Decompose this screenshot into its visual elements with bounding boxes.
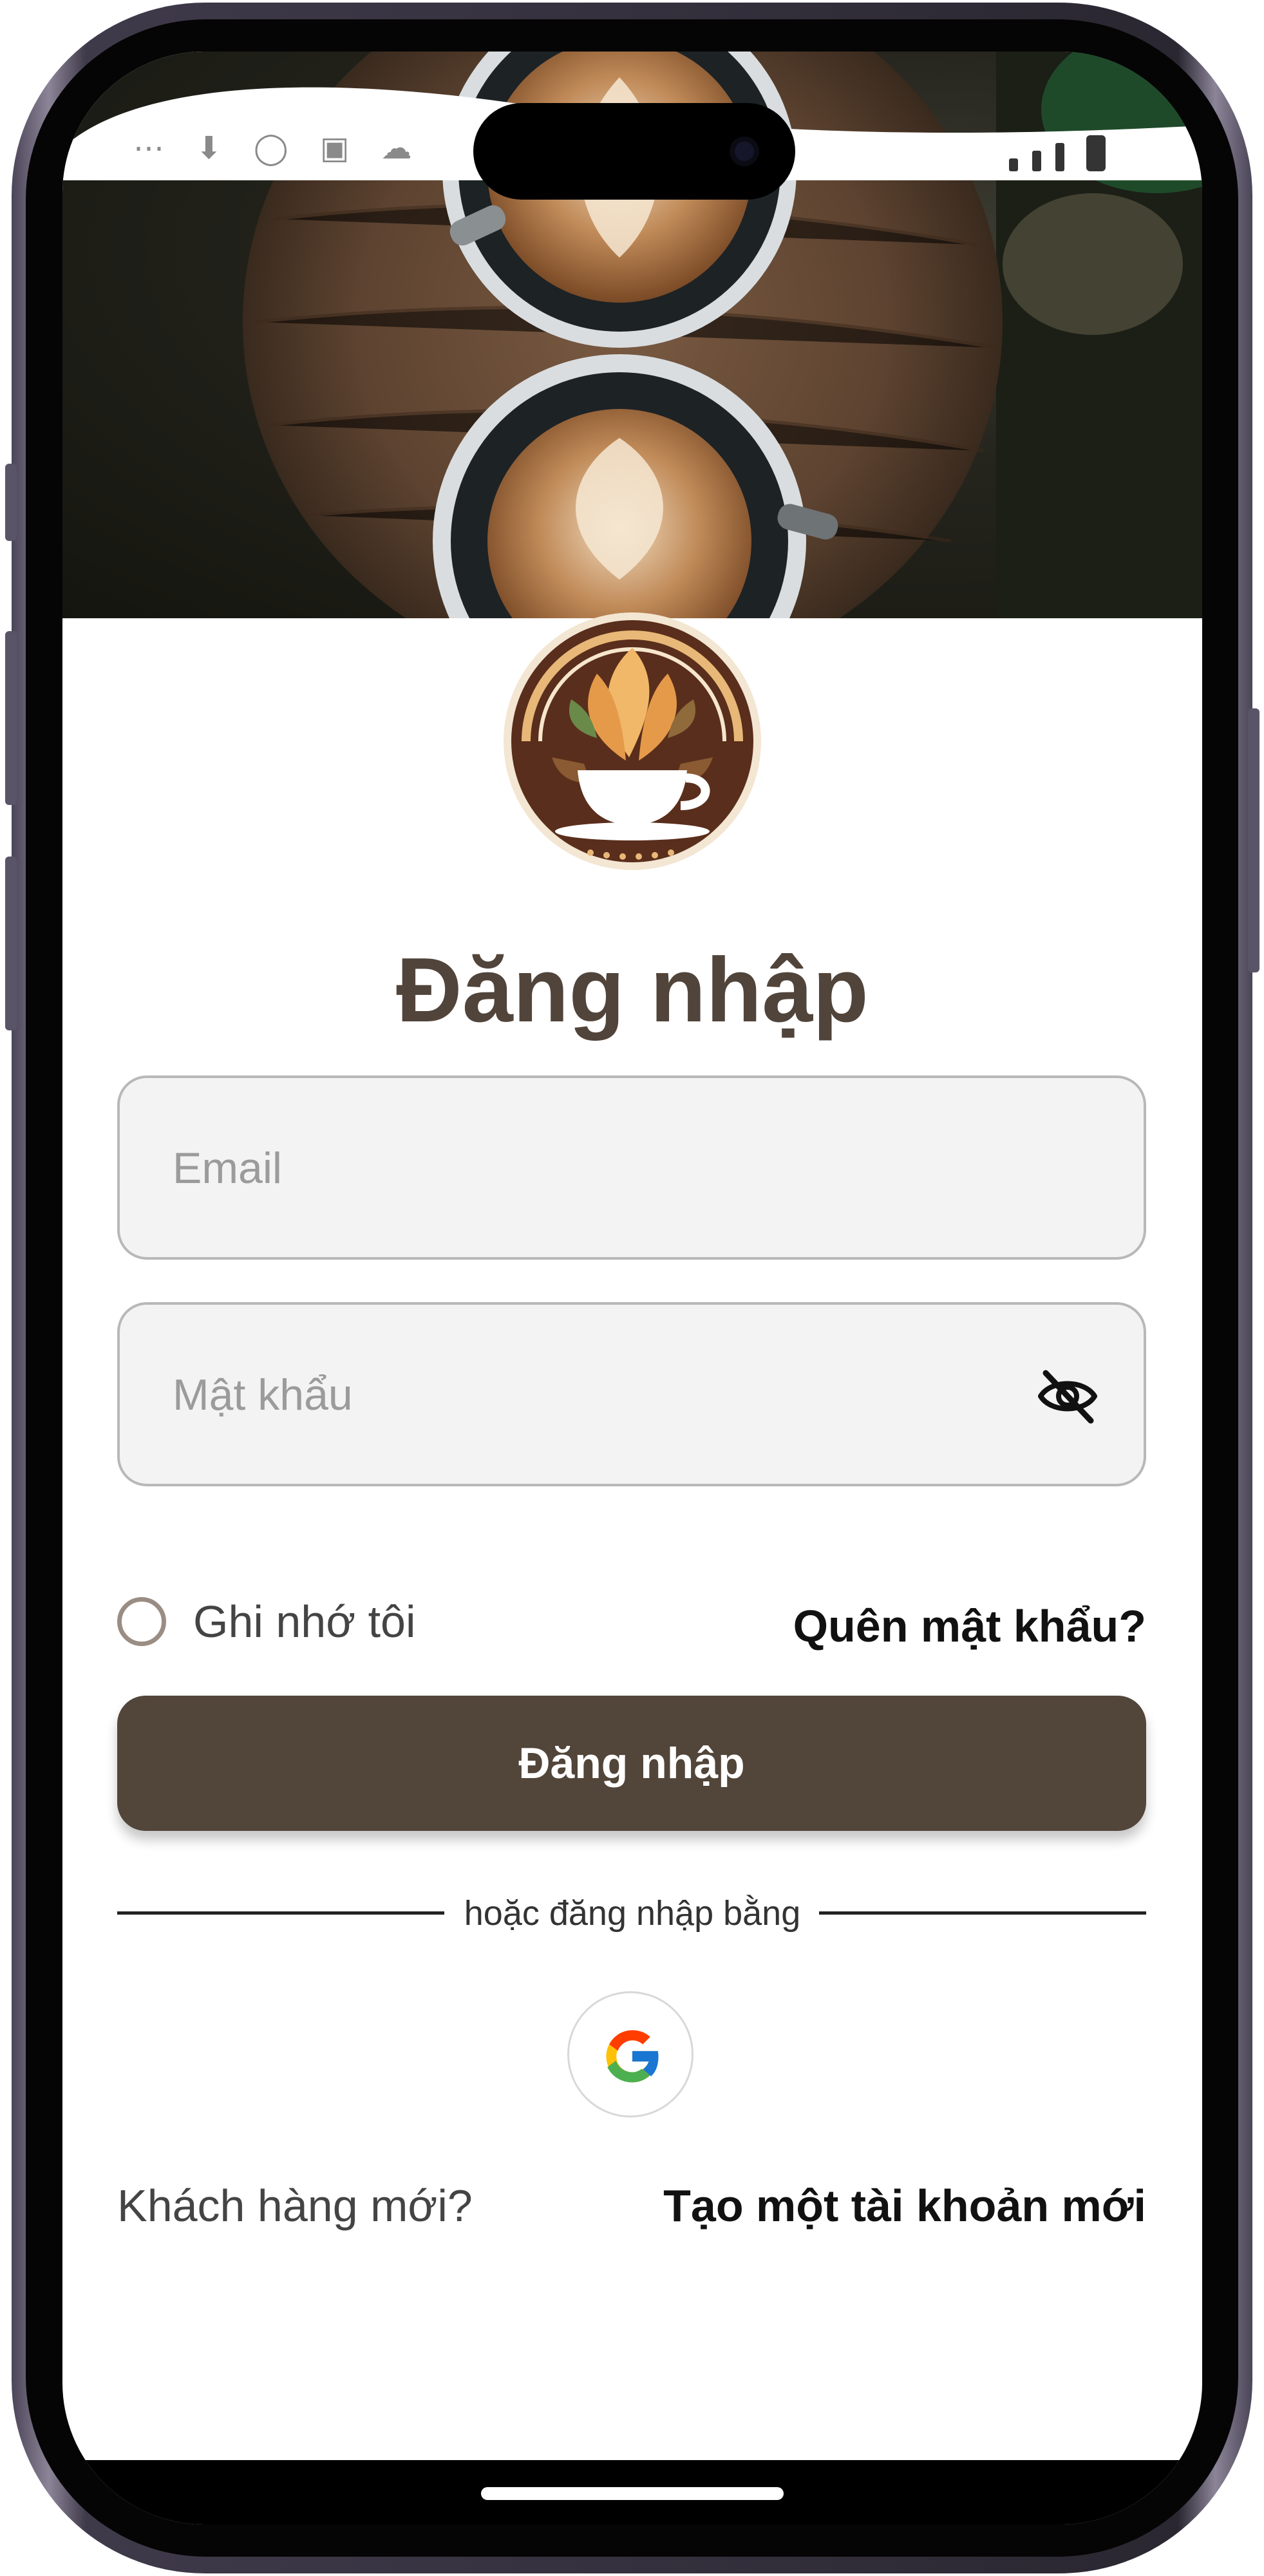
signal-icon [1009, 158, 1018, 171]
camera-icon [730, 137, 759, 166]
screen: ⋯ ⬇ ◯ ▣ ☁ Đăng nhập Email Ghi nhớ tôi Qu… [62, 52, 1202, 2524]
password-field[interactable] [117, 1302, 1146, 1486]
coffee-cup-logo [504, 612, 761, 870]
remember-me[interactable]: Ghi nhớ tôi [117, 1596, 416, 1647]
forgot-password-link[interactable]: Quên mật khẩu? [793, 1600, 1146, 1652]
email-field[interactable] [117, 1075, 1146, 1260]
password-input[interactable] [171, 1305, 1011, 1485]
side-button-action [5, 464, 17, 541]
login-button[interactable]: Đăng nhập [117, 1696, 1146, 1831]
divider-line-right [819, 1911, 1146, 1915]
eye-off-icon[interactable] [1037, 1367, 1099, 1426]
create-account-link[interactable]: Tạo một tài khoản mới [663, 2180, 1146, 2231]
status-icons-right [1009, 135, 1106, 171]
signal-bar [1032, 151, 1041, 171]
page-title: Đăng nhập [396, 939, 869, 1041]
remember-me-radio[interactable] [117, 1597, 166, 1646]
email-input[interactable] [171, 1078, 1011, 1258]
google-login-button[interactable] [567, 1991, 693, 2117]
battery-icon [1086, 135, 1106, 171]
side-button-power [1248, 708, 1259, 972]
remember-me-label[interactable]: Ghi nhớ tôi [193, 1596, 416, 1647]
google-icon [606, 2030, 661, 2083]
side-button-volume-up [5, 631, 17, 805]
new-customer-label: Khách hàng mới? [117, 2181, 473, 2231]
home-indicator[interactable] [481, 2487, 784, 2500]
side-button-volume-down [5, 857, 17, 1030]
dynamic-island [473, 103, 795, 200]
signal-bar [1055, 143, 1064, 171]
status-icons-left: ⋯ ⬇ ◯ ▣ ☁ [133, 131, 424, 166]
status-bar: ⋯ ⬇ ◯ ▣ ☁ [62, 52, 1202, 200]
